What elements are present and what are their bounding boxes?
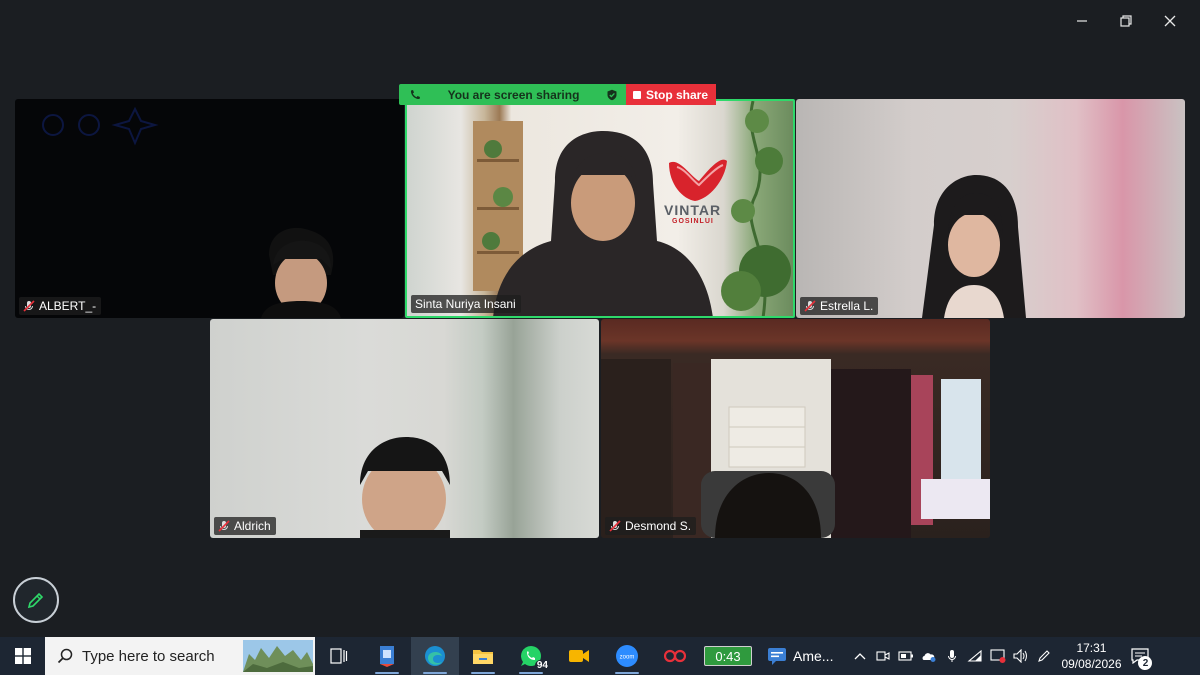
participant-name: Aldrich bbox=[234, 519, 271, 533]
mic-muted-icon bbox=[218, 520, 230, 532]
participant-video bbox=[360, 437, 450, 538]
taskbar-app-camera[interactable] bbox=[555, 637, 603, 675]
pencil-icon bbox=[27, 592, 44, 609]
taskbar-app-file-tool[interactable] bbox=[363, 637, 411, 675]
mic-muted-icon bbox=[609, 520, 621, 532]
edge-icon bbox=[425, 646, 445, 666]
start-button[interactable] bbox=[0, 637, 45, 675]
close-icon bbox=[1164, 15, 1176, 27]
taskbar-app-ame[interactable]: Ame... bbox=[757, 637, 843, 675]
screen-record-icon[interactable] bbox=[989, 649, 1007, 663]
close-button[interactable] bbox=[1148, 8, 1192, 34]
taskbar: Type here to search 94 zoom 0:43 Ame... bbox=[0, 637, 1200, 675]
minimize-icon bbox=[1077, 20, 1087, 22]
windows-icon bbox=[14, 648, 31, 664]
taskbar-search[interactable]: Type here to search bbox=[45, 637, 315, 675]
sharing-status-text: You are screen sharing bbox=[447, 87, 580, 102]
stop-share-button[interactable]: Stop share bbox=[626, 84, 716, 105]
participant-name-label: Sinta Nuriya Insani bbox=[411, 295, 521, 313]
restore-button[interactable] bbox=[1104, 8, 1148, 34]
volume-icon[interactable] bbox=[1012, 649, 1030, 663]
task-view-icon bbox=[330, 648, 348, 664]
participant-video bbox=[922, 175, 1026, 318]
participant-name: Desmond S. bbox=[625, 519, 692, 533]
participant-name-label: Aldrich bbox=[214, 517, 276, 535]
screen-share-bar: You are screen sharing Stop share bbox=[399, 84, 716, 105]
whatsapp-unread-badge: 94 bbox=[534, 660, 550, 671]
stop-icon bbox=[633, 90, 641, 99]
pen-icon[interactable] bbox=[1035, 649, 1053, 663]
notification-count: 2 bbox=[1138, 656, 1153, 670]
chevron-up-icon[interactable] bbox=[851, 652, 869, 660]
taskbar-app-go[interactable] bbox=[651, 637, 699, 675]
search-icon bbox=[57, 648, 73, 664]
go-app-icon bbox=[664, 649, 686, 663]
participant-name: ALBERT_- bbox=[39, 299, 97, 313]
video-camera-icon bbox=[569, 650, 589, 662]
participant-video bbox=[261, 227, 341, 318]
window-controls bbox=[1060, 8, 1192, 34]
ame-label: Ame... bbox=[793, 648, 834, 664]
task-view-button[interactable] bbox=[315, 637, 363, 675]
video-tile-estrella[interactable]: Estrella L. bbox=[796, 99, 1185, 318]
video-tile-desmond[interactable]: Desmond S. bbox=[601, 319, 990, 538]
microphone-icon[interactable] bbox=[943, 649, 961, 663]
notification-center-button[interactable]: 2 bbox=[1125, 637, 1155, 675]
stop-share-label: Stop share bbox=[646, 87, 709, 102]
video-tile-albert[interactable]: ALBERT_- bbox=[15, 99, 404, 318]
participant-name: Estrella L. bbox=[820, 299, 874, 313]
search-highlight-image bbox=[243, 640, 313, 672]
taskbar-app-whatsapp[interactable]: 94 bbox=[507, 637, 555, 675]
taskbar-clock[interactable]: 17:31 09/08/2026 bbox=[1057, 640, 1125, 672]
mic-muted-icon bbox=[23, 300, 35, 312]
mic-muted-icon bbox=[804, 300, 816, 312]
clock-date: 09/08/2026 bbox=[1061, 657, 1122, 671]
minimize-button[interactable] bbox=[1060, 8, 1104, 34]
shield-check-icon bbox=[607, 89, 617, 100]
system-tray bbox=[851, 649, 1053, 663]
sharing-status[interactable]: You are screen sharing bbox=[399, 84, 626, 105]
participant-name: Sinta Nuriya Insani bbox=[415, 297, 516, 311]
restore-icon bbox=[1120, 15, 1132, 27]
background-sparkles bbox=[42, 106, 159, 146]
battery-icon[interactable] bbox=[897, 651, 915, 661]
taskbar-app-edge[interactable] bbox=[411, 637, 459, 675]
folder-icon bbox=[473, 650, 493, 664]
taskbar-app-file-explorer[interactable] bbox=[459, 637, 507, 675]
search-placeholder: Type here to search bbox=[82, 647, 215, 665]
onedrive-icon[interactable] bbox=[920, 650, 938, 662]
timer-display: 0:43 bbox=[704, 646, 752, 666]
zoom-icon: zoom bbox=[616, 645, 638, 667]
video-tile-sinta[interactable]: VINTAR GOSINLUI Sinta Nuriya Insani bbox=[405, 99, 795, 318]
participant-video bbox=[493, 131, 713, 316]
svg-text:zoom: zoom bbox=[620, 655, 635, 661]
wifi-icon[interactable] bbox=[966, 650, 984, 662]
participant-video bbox=[701, 471, 835, 538]
clock-time: 17:31 bbox=[1076, 641, 1107, 655]
participant-name-label: Desmond S. bbox=[605, 517, 697, 535]
annotate-button[interactable] bbox=[13, 577, 59, 623]
participant-name-label: Estrella L. bbox=[800, 297, 879, 315]
message-app-icon bbox=[768, 648, 786, 665]
phone-icon bbox=[410, 89, 420, 99]
video-tile-aldrich[interactable]: Aldrich bbox=[210, 319, 599, 538]
meet-now-icon[interactable] bbox=[874, 650, 892, 662]
taskbar-timer[interactable]: 0:43 bbox=[699, 637, 757, 675]
taskbar-app-zoom[interactable]: zoom bbox=[603, 637, 651, 675]
participant-name-label: ALBERT_- bbox=[19, 297, 102, 315]
app-file-icon bbox=[380, 646, 394, 667]
